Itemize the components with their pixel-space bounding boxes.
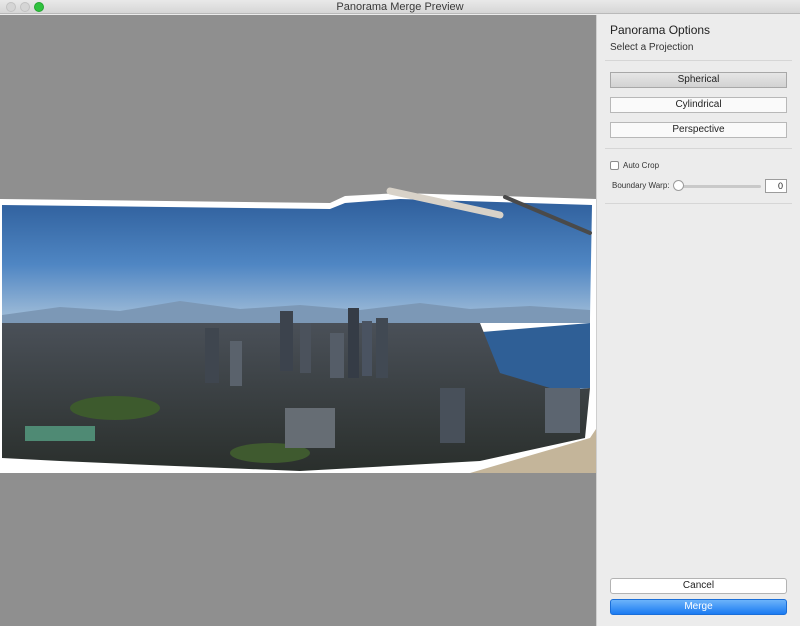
panorama-options-panel: Panorama Options Select a Projection Sph…: [596, 15, 800, 626]
boundary-warp-label: Boundary Warp:: [612, 181, 670, 190]
cylindrical-button[interactable]: Cylindrical: [610, 97, 787, 113]
window-title: Panorama Merge Preview: [336, 1, 464, 13]
spherical-button[interactable]: Spherical: [610, 72, 787, 88]
auto-crop-option[interactable]: Auto Crop: [610, 159, 659, 171]
title-bar: Panorama Merge Preview: [0, 0, 800, 14]
divider: [605, 60, 792, 61]
cancel-button[interactable]: Cancel: [610, 578, 787, 594]
divider: [605, 148, 792, 149]
boundary-warp-slider-thumb[interactable]: [673, 180, 684, 191]
auto-crop-label: Auto Crop: [623, 160, 660, 170]
divider: [605, 203, 792, 204]
projection-heading: Select a Projection: [610, 42, 694, 53]
boundary-warp-slider[interactable]: [677, 185, 761, 188]
perspective-button[interactable]: Perspective: [610, 122, 787, 138]
panel-title: Panorama Options: [610, 23, 711, 37]
boundary-warp-value-field[interactable]: 0: [765, 179, 787, 193]
panorama-preview-image: [0, 187, 596, 473]
auto-crop-checkbox[interactable]: [610, 160, 619, 170]
panorama-preview-area: [0, 15, 596, 626]
merge-button[interactable]: Merge: [610, 599, 787, 615]
